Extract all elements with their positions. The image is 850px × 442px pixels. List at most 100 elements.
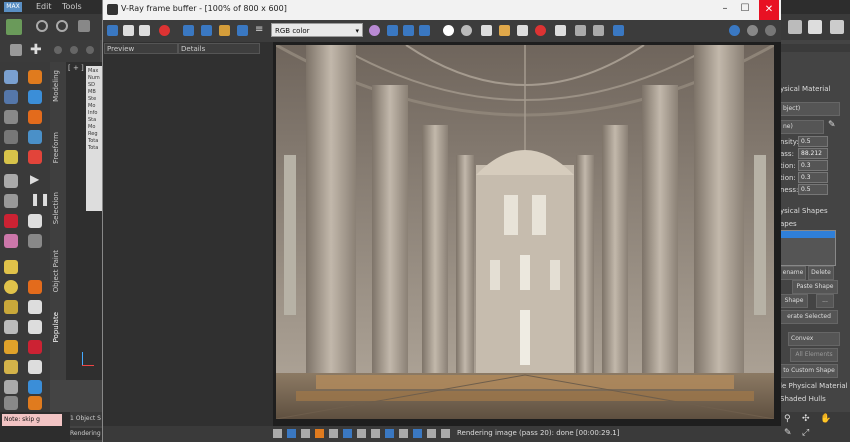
render-setup-icon[interactable] <box>788 20 802 34</box>
snap-dot-icon[interactable] <box>86 46 94 54</box>
menu-tools[interactable]: Tools <box>62 2 82 11</box>
status-icon[interactable] <box>399 429 408 438</box>
vfb-titlebar[interactable]: V-Ray frame buffer - [100% of 800 x 600]… <box>103 0 781 20</box>
track-mouse-icon[interactable] <box>575 25 586 36</box>
swirl-icon[interactable] <box>28 360 42 374</box>
status-icon[interactable] <box>385 429 394 438</box>
move-icon[interactable]: ✚ <box>30 42 42 58</box>
snap-dot-icon[interactable] <box>54 46 62 54</box>
tab-freeform[interactable]: Freeform <box>52 132 60 163</box>
all-elements-button[interactable]: All Elements <box>790 348 838 362</box>
rename-button[interactable]: ename <box>780 266 806 280</box>
shapes-list-selected-row[interactable] <box>781 231 835 238</box>
wave-icon[interactable] <box>4 396 18 410</box>
mesh-icon[interactable] <box>4 234 18 248</box>
to-custom-shape-button[interactable]: to Custom Shape <box>780 364 838 378</box>
maxscript-input[interactable]: Note: skip g <box>2 414 62 426</box>
people-flow-icon[interactable] <box>4 70 18 84</box>
param-field[interactable]: 0.3 <box>798 172 828 183</box>
ring-icon[interactable] <box>4 360 18 374</box>
minimize-button[interactable]: – <box>715 3 735 14</box>
param-field[interactable]: 0.5 <box>798 136 828 147</box>
status-icon[interactable] <box>273 429 282 438</box>
regenerate-selected-button[interactable]: erate Selected <box>780 310 838 324</box>
param-field[interactable]: 88.212 <box>798 148 828 159</box>
options-icon[interactable] <box>765 25 776 36</box>
show-corrections-icon[interactable] <box>183 25 194 36</box>
status-icon[interactable] <box>301 429 310 438</box>
status-icon[interactable] <box>441 429 450 438</box>
pan-icon[interactable]: ✋ <box>820 414 831 424</box>
max-logo[interactable]: MAX <box>4 2 22 12</box>
grid-icon[interactable] <box>28 90 42 104</box>
menu-icon[interactable]: ≡ <box>255 24 263 35</box>
region-render-icon[interactable] <box>555 25 566 36</box>
status-icon[interactable] <box>371 429 380 438</box>
tab-populate[interactable]: Populate <box>52 312 60 342</box>
blue-channel-icon[interactable] <box>419 25 430 36</box>
rollout-header[interactable]: ysical Shapes <box>780 207 850 215</box>
eyedropper-icon[interactable]: ✎ <box>828 120 836 130</box>
save-all-icon[interactable] <box>139 25 150 36</box>
undo-icon[interactable] <box>6 19 22 35</box>
walk-icon[interactable]: ⤢ <box>802 428 809 438</box>
tab-modeling[interactable]: Modeling <box>52 70 60 102</box>
toggle-history-icon[interactable] <box>107 25 118 36</box>
status-icon[interactable] <box>427 429 436 438</box>
orbit-icon[interactable]: ✣ <box>802 414 810 424</box>
status-icon[interactable] <box>357 429 366 438</box>
tab-object-paint[interactable]: Object Paint <box>52 250 60 292</box>
shapes-list[interactable] <box>780 230 836 266</box>
duplicate-icon[interactable] <box>517 25 528 36</box>
teapot-render-icon[interactable] <box>729 25 740 36</box>
particles-icon[interactable] <box>4 380 18 394</box>
sphere-icon[interactable] <box>28 130 42 144</box>
bind-icon[interactable] <box>78 20 90 32</box>
tab-selection[interactable]: Selection <box>52 192 60 224</box>
link-icon[interactable] <box>36 20 48 32</box>
compare-icon[interactable] <box>237 25 248 36</box>
snap-dot-icon[interactable] <box>70 46 78 54</box>
display-b-icon[interactable] <box>219 25 230 36</box>
shaded-hulls-checkbox[interactable]: Shaded Hulls <box>780 395 850 403</box>
sphere-object-icon[interactable] <box>4 280 18 294</box>
status-icon[interactable] <box>413 429 422 438</box>
clear-image-icon[interactable] <box>159 25 170 36</box>
zoom-icon[interactable]: ⚲ <box>784 414 791 424</box>
status-icon[interactable] <box>329 429 338 438</box>
status-icon[interactable] <box>315 429 324 438</box>
knot-icon[interactable] <box>28 320 42 334</box>
param-field[interactable]: 0.3 <box>798 160 828 171</box>
physical-material-checkbox[interactable]: le Physical Material <box>780 382 850 390</box>
more-button[interactable]: ... <box>816 294 834 308</box>
copy-shape-button[interactable]: Shape <box>780 294 808 308</box>
trash-icon[interactable] <box>28 234 42 248</box>
blue-swirl-icon[interactable] <box>28 380 42 394</box>
red-channel-icon[interactable] <box>387 25 398 36</box>
delete-button[interactable]: Delete <box>808 266 834 280</box>
list-icon[interactable] <box>4 110 18 124</box>
simulate-icon[interactable] <box>4 90 18 104</box>
arrows-icon[interactable] <box>4 174 18 188</box>
display-icon[interactable] <box>4 130 18 144</box>
lens-effects-icon[interactable] <box>613 25 624 36</box>
rollout-header[interactable]: ysical Material <box>780 85 850 93</box>
idle-area-icon[interactable] <box>28 70 42 84</box>
select-icon[interactable] <box>10 44 22 56</box>
viewport-label[interactable]: [ + ] <box>68 64 84 72</box>
preset-select[interactable]: ne) <box>780 120 824 134</box>
status-icon[interactable] <box>287 429 296 438</box>
status-icon[interactable] <box>343 429 352 438</box>
fov-icon[interactable]: ✎ <box>784 428 792 438</box>
color-dots-icon[interactable] <box>28 150 42 164</box>
robot-icon[interactable] <box>4 194 18 208</box>
shape-type-select[interactable]: Convex <box>788 332 840 346</box>
menu-edit[interactable]: Edit <box>36 2 52 11</box>
cone-icon[interactable] <box>4 320 18 334</box>
play-icon[interactable]: ▶ <box>30 172 39 186</box>
load-icon[interactable] <box>499 25 510 36</box>
alpha-icon[interactable] <box>443 25 454 36</box>
save-icon[interactable] <box>481 25 492 36</box>
bulb-icon[interactable] <box>28 340 42 354</box>
param-field[interactable]: 0.5 <box>798 184 828 195</box>
